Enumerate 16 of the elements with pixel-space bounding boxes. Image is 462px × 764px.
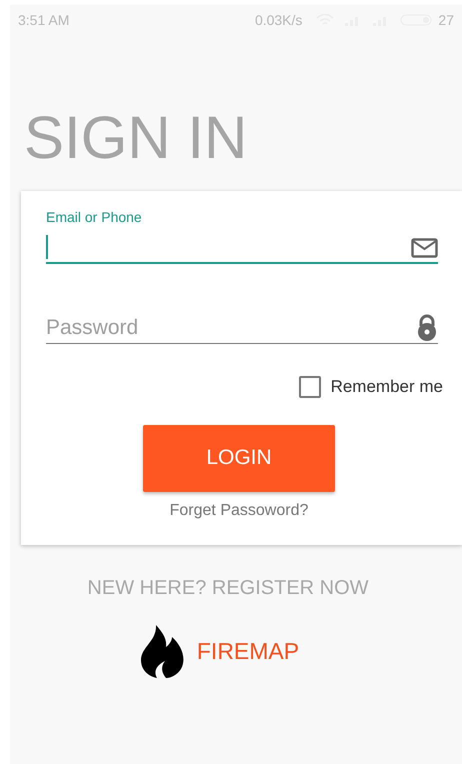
status-time: 3:51 AM [18, 10, 70, 30]
remember-checkbox[interactable] [298, 376, 321, 398]
network-speed: 0.03K/s [254, 10, 302, 30]
battery-level: 27 [438, 10, 454, 30]
text-cursor [46, 235, 48, 259]
login-button[interactable]: LOGIN [143, 424, 335, 492]
page-title: SIGN IN [24, 108, 248, 168]
flame-icon [140, 625, 185, 678]
brand-name: FIREMAP [196, 637, 300, 666]
mail-icon [411, 238, 438, 258]
remember-label: Remember me [330, 376, 443, 398]
password-field[interactable]: Password [46, 312, 406, 344]
forgot-password-link[interactable]: Forget Passoword? [170, 498, 308, 522]
email-label: Email or Phone [46, 209, 143, 225]
lock-icon [416, 314, 438, 341]
register-link[interactable]: NEW HERE? REGISTER NOW [87, 573, 369, 603]
